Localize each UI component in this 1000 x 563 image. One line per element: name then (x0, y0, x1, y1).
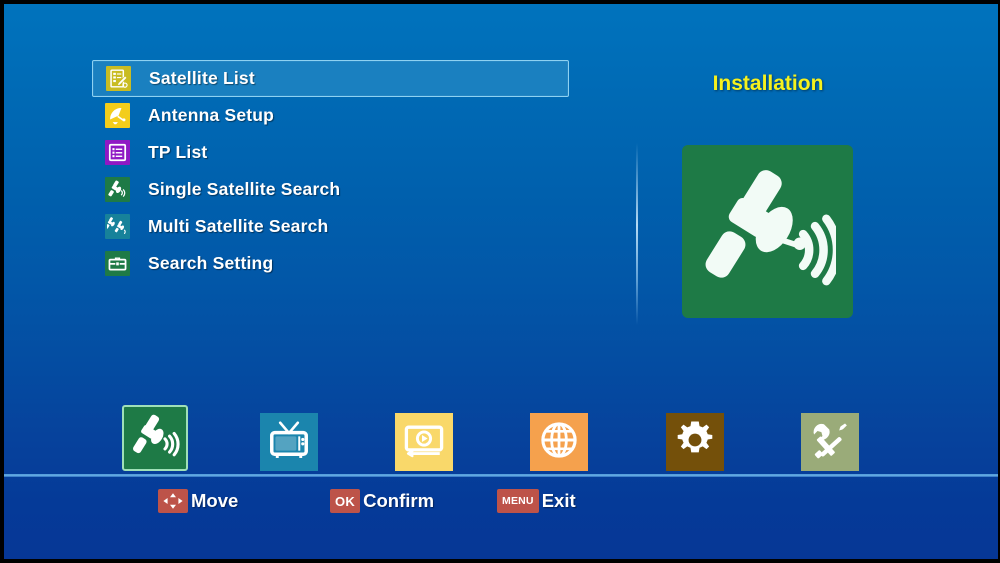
menu-item-antenna-setup[interactable]: Antenna Setup (92, 97, 569, 134)
multi-satellite-icon (105, 214, 130, 239)
strip-item-installation[interactable] (122, 405, 188, 471)
strip-item-media[interactable] (395, 413, 453, 471)
hint-label: Move (191, 490, 239, 511)
toolbox-icon (105, 251, 130, 276)
menu-item-single-satellite-search[interactable]: Single Satellite Search (92, 171, 569, 208)
menu-item-label: Satellite List (149, 68, 255, 88)
globe-icon (538, 419, 580, 466)
satellite-dish-icon (105, 103, 130, 128)
satellite-signal-icon (130, 411, 180, 466)
list-lines-icon (105, 140, 130, 165)
menu-key-badge[interactable]: MENU (497, 489, 539, 513)
gear-icon (673, 418, 717, 467)
installation-preview-panel (682, 145, 853, 318)
menu-item-satellite-list[interactable]: Satellite List (92, 60, 569, 97)
hint-confirm: OK Confirm (330, 488, 434, 514)
menu-item-label: TP List (148, 142, 208, 162)
satellite-list-icon (106, 66, 131, 91)
page-title: Installation (712, 72, 824, 95)
main-menu-icon-strip (112, 385, 892, 471)
strip-item-tools[interactable] (801, 413, 859, 471)
menu-item-tp-list[interactable]: TP List (92, 134, 569, 171)
satellite-signal-icon (105, 177, 130, 202)
menu-item-label: Single Satellite Search (148, 179, 341, 199)
hint-label: Confirm (363, 490, 435, 511)
strip-item-network[interactable] (530, 413, 588, 471)
menu-item-search-setting[interactable]: Search Setting (92, 245, 569, 282)
menu-item-multi-satellite-search[interactable]: Multi Satellite Search (92, 208, 569, 245)
installation-menu: Satellite List Antenna Setup TP List Sin… (92, 60, 569, 282)
menu-item-label: Search Setting (148, 253, 274, 273)
hint-move: Move (158, 488, 238, 514)
vertical-divider (636, 143, 638, 325)
menu-item-label: Antenna Setup (148, 105, 275, 125)
wrench-screwdriver-icon (808, 418, 852, 467)
strip-item-system-setup[interactable] (666, 413, 724, 471)
hint-label: Exit (541, 490, 576, 511)
footer-divider (4, 474, 998, 477)
strip-item-channel[interactable] (260, 413, 318, 471)
footer-key-hints: Move OK Confirm MENU Exit (0, 486, 1000, 526)
menu-item-label: Multi Satellite Search (148, 216, 329, 236)
media-player-icon (402, 418, 446, 467)
satellite-dish-signal-icon (700, 161, 841, 302)
ok-key-badge[interactable]: OK (330, 489, 361, 513)
tv-settings-screen: Satellite List Antenna Setup TP List Sin… (0, 0, 1000, 563)
television-icon (267, 418, 311, 467)
hint-exit: MENU Exit (497, 488, 576, 514)
dpad-icon[interactable] (158, 489, 188, 513)
